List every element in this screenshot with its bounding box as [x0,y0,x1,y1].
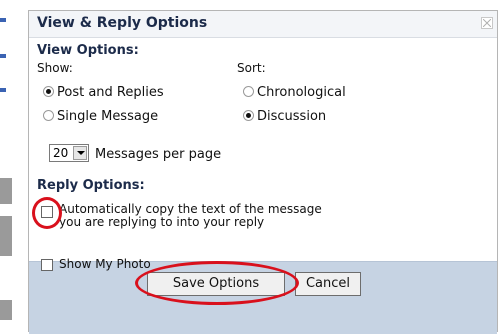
auto-copy-label-line2: you are replying to into your reply [59,215,265,229]
show-photo-checkbox[interactable] [41,259,53,271]
background-link-fragment [0,54,6,58]
messages-per-page-label: Messages per page [95,147,222,162]
cancel-button[interactable]: Cancel [295,272,361,296]
close-icon[interactable] [481,17,493,29]
radio-label: Chronological [257,85,346,100]
view-reply-options-dialog: View & Reply Options View Options: Show:… [28,10,498,334]
show-label: Show: [37,61,73,75]
radio-button[interactable] [43,110,54,121]
radio-button[interactable] [243,86,254,97]
dialog-title: View & Reply Options [37,15,208,31]
select-value: 20 [53,146,69,160]
reply-options-heading: Reply Options: [37,178,145,193]
radio-label: Post and Replies [57,85,164,100]
background-link-fragment [0,18,6,22]
radio-label: Discussion [257,109,327,124]
background-image-fragment [0,216,12,256]
auto-copy-label-line1: Automatically copy the text of the messa… [59,202,322,216]
annotation-circle-save [135,261,299,305]
sort-label: Sort: [237,61,266,75]
chevron-down-icon[interactable] [73,146,87,160]
background-image-fragment [0,300,12,320]
background-link-fragment [0,88,6,92]
background-page [0,0,30,332]
show-photo-label: Show My Photo [59,257,151,271]
messages-per-page-select[interactable]: 20 [49,144,89,162]
annotation-circle-checkbox [32,197,62,229]
view-options-heading: View Options: [37,43,139,58]
radio-label: Single Message [57,109,159,124]
dialog-title-bar: View & Reply Options [29,11,497,38]
radio-button[interactable] [43,86,54,97]
background-image-fragment [0,178,12,204]
radio-button[interactable] [243,110,254,121]
dialog-footer: Save Options Cancel [29,261,497,334]
